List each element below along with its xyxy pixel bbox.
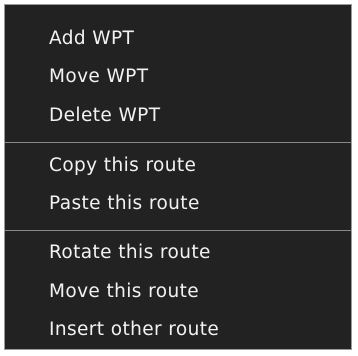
menu-item-copy-route[interactable]: Copy this route xyxy=(5,146,351,184)
menu-item-move-wpt[interactable]: Move WPT xyxy=(5,57,351,95)
menu-item-rotate-route[interactable]: Rotate this route xyxy=(5,233,351,271)
route-context-menu: Add WPT Move WPT Delete WPT Copy this ro… xyxy=(4,4,352,350)
menu-separator xyxy=(5,142,351,143)
menu-item-paste-route[interactable]: Paste this route xyxy=(5,184,351,222)
menu-item-delete-wpt[interactable]: Delete WPT xyxy=(5,96,351,134)
menu-separator xyxy=(5,230,351,231)
menu-item-add-wpt[interactable]: Add WPT xyxy=(5,19,351,57)
menu-item-insert-other-route[interactable]: Insert other route xyxy=(5,310,351,348)
menu-item-move-route[interactable]: Move this route xyxy=(5,272,351,310)
